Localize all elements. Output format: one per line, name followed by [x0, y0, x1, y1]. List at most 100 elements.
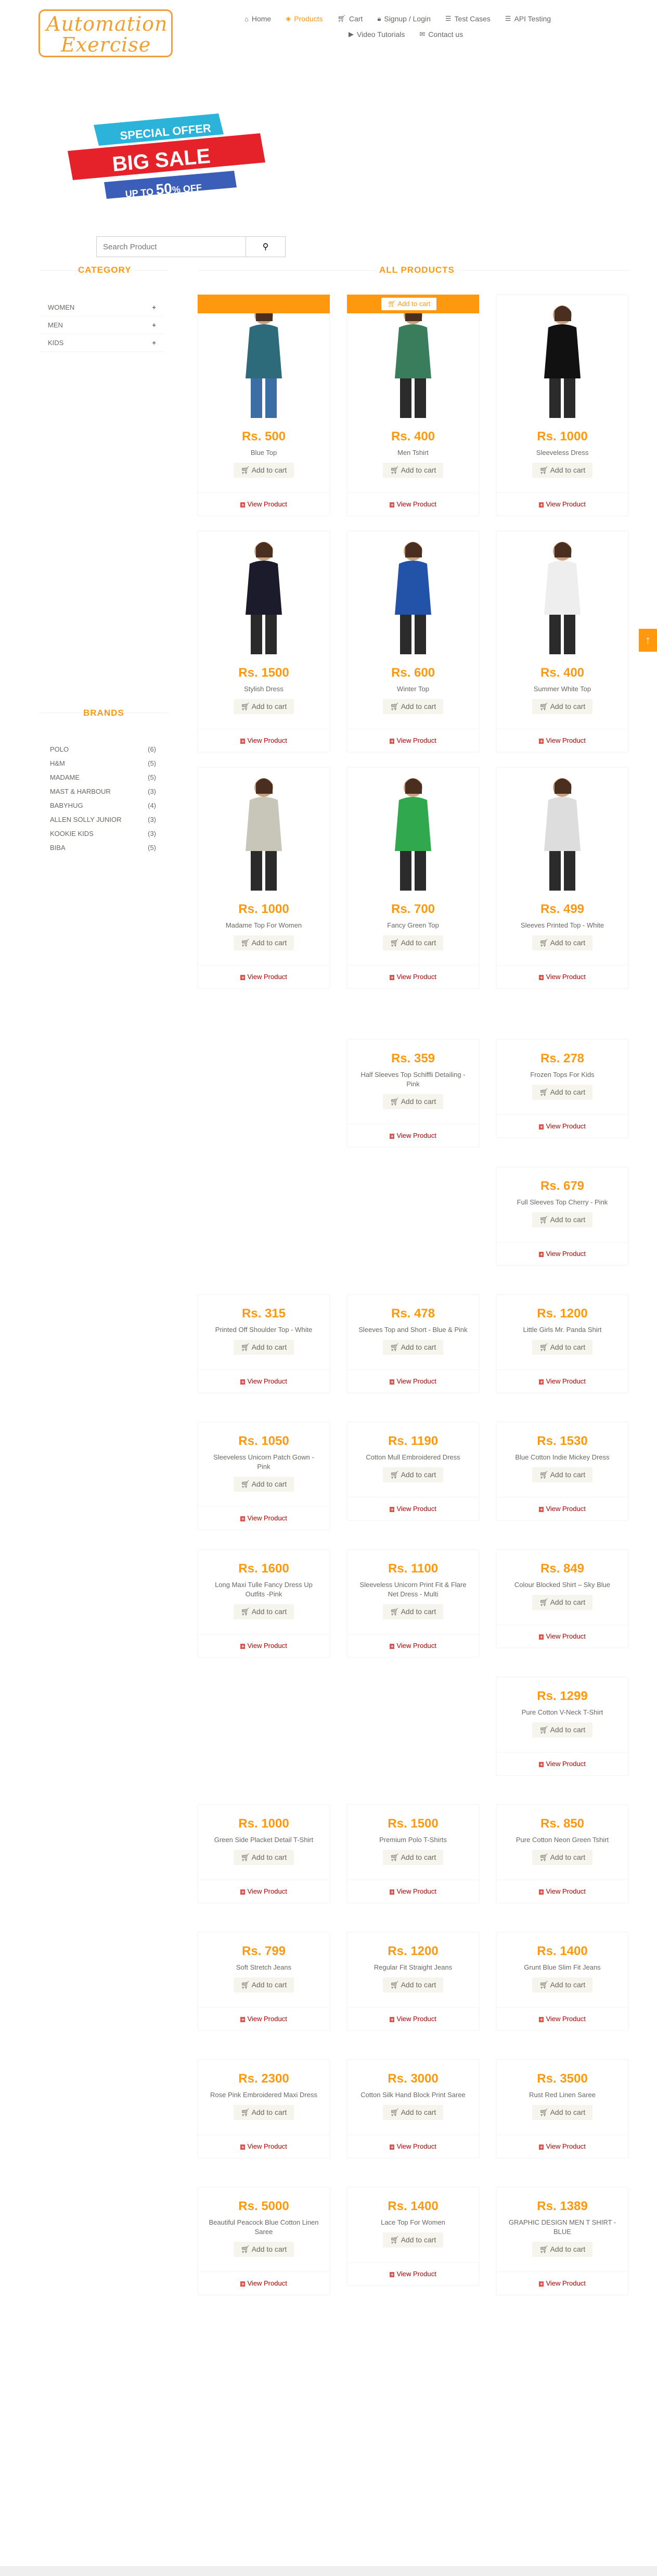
add-to-cart-button[interactable]: 🛒︎ Add to cart	[382, 2232, 444, 2248]
add-to-cart-button[interactable]: 🛒︎ Add to cart	[233, 1604, 294, 1619]
view-product-link[interactable]: + View Product	[497, 1369, 628, 1392]
add-to-cart-button[interactable]: 🛒︎ Add to cart	[532, 1340, 593, 1355]
brand-biba[interactable]: BIBA (5)	[40, 841, 161, 855]
add-to-cart-button[interactable]: 🛒︎ Add to cart	[233, 1977, 294, 1993]
nav-products[interactable]: ◈ Products	[286, 15, 323, 23]
view-product-link[interactable]: + View Product	[347, 729, 479, 752]
add-to-cart-button[interactable]: 🛒︎ Add to cart	[532, 463, 593, 478]
nav-test-cases[interactable]: ☰ Test Cases	[445, 15, 491, 23]
expand-icon[interactable]: +	[152, 339, 156, 347]
add-to-cart-label: Add to cart	[550, 1470, 586, 1479]
add-to-cart-button[interactable]: 🛒︎ Add to cart	[532, 1977, 593, 1993]
view-product-link[interactable]: + View Product	[497, 2135, 628, 2158]
add-to-cart-button[interactable]: 🛒︎ Add to cart	[233, 935, 294, 950]
view-product-link[interactable]: + View Product	[198, 2007, 329, 2030]
overlay-add-to-cart-button[interactable]: 🛒︎ Add to cart	[381, 298, 437, 310]
nav-api-testing[interactable]: ☰ API Testing	[505, 15, 551, 23]
product-name: Sleeves Printed Top - White	[520, 921, 604, 929]
view-product-link[interactable]: + View Product	[198, 2135, 329, 2158]
add-to-cart-button[interactable]: 🛒︎ Add to cart	[382, 699, 444, 714]
add-to-cart-button[interactable]: 🛒︎ Add to cart	[532, 1850, 593, 1865]
add-to-cart-button[interactable]: 🛒︎ Add to cart	[233, 1850, 294, 1865]
view-product-link[interactable]: + View Product	[347, 1369, 479, 1392]
view-product-link[interactable]: + View Product	[347, 1124, 479, 1147]
view-product-link[interactable]: + View Product	[497, 1625, 628, 1647]
brand-babyhug[interactable]: BABYHUG (4)	[40, 798, 161, 813]
add-to-cart-button[interactable]: 🛒︎ Add to cart	[532, 935, 593, 950]
view-product-link[interactable]: + View Product	[198, 1369, 329, 1392]
nav-home[interactable]: ⌂ Home	[244, 15, 271, 23]
view-product-link[interactable]: + View Product	[347, 2262, 479, 2285]
add-to-cart-button[interactable]: 🛒︎ Add to cart	[532, 699, 593, 714]
category-kids[interactable]: KIDS +	[40, 334, 164, 352]
nav-contact-us[interactable]: ✉ Contact us	[419, 30, 463, 39]
view-product-link[interactable]: + View Product	[347, 1634, 479, 1657]
scroll-up-button[interactable]: ↑	[639, 629, 657, 652]
brand-count: (4)	[148, 802, 156, 809]
view-product-link[interactable]: + View Product	[497, 1114, 628, 1137]
view-product-link[interactable]: + View Product	[497, 965, 628, 988]
view-product-link[interactable]: + View Product	[198, 729, 329, 752]
add-to-cart-button[interactable]: 🛒︎ Add to cart	[233, 699, 294, 714]
add-to-cart-button[interactable]: 🛒︎ Add to cart	[532, 2242, 593, 2257]
view-product-link[interactable]: + View Product	[347, 2135, 479, 2158]
brand-madame[interactable]: MADAME (5)	[40, 770, 161, 784]
add-to-cart-button[interactable]: 🛒︎ Add to cart	[233, 1340, 294, 1355]
view-product-link[interactable]: + View Product	[497, 2007, 628, 2030]
add-to-cart-button[interactable]: 🛒︎ Add to cart	[233, 2105, 294, 2120]
add-to-cart-button[interactable]: 🛒︎ Add to cart	[382, 1850, 444, 1865]
add-to-cart-button[interactable]: 🛒︎ Add to cart	[382, 1977, 444, 1993]
view-product-link[interactable]: + View Product	[347, 1497, 479, 1520]
view-product-link[interactable]: + View Product	[347, 492, 479, 515]
nav-video-tutorials[interactable]: ▶ Video Tutorials	[349, 30, 405, 39]
view-product-link[interactable]: + View Product	[497, 1752, 628, 1775]
view-product-link[interactable]: + View Product	[347, 2007, 479, 2030]
expand-icon[interactable]: +	[152, 303, 156, 311]
view-product-link[interactable]: + View Product	[347, 965, 479, 988]
category-women[interactable]: WOMEN +	[40, 299, 164, 316]
add-to-cart-button[interactable]: 🛒︎ Add to cart	[233, 2242, 294, 2257]
view-product-link[interactable]: + View Product	[497, 2272, 628, 2294]
add-to-cart-button[interactable]: 🛒︎ Add to cart	[382, 1094, 444, 1109]
add-to-cart-button[interactable]: 🛒︎ Add to cart	[532, 1467, 593, 1482]
plus-square-icon: +	[390, 1644, 395, 1649]
view-product-link[interactable]: + View Product	[497, 1880, 628, 1902]
view-product-link[interactable]: + View Product	[198, 965, 329, 988]
add-to-cart-button[interactable]: 🛒︎ Add to cart	[532, 1595, 593, 1610]
add-to-cart-button[interactable]: 🛒︎ Add to cart	[532, 1212, 593, 1227]
category-men[interactable]: MEN +	[40, 316, 164, 334]
view-product-link[interactable]: + View Product	[497, 492, 628, 515]
add-to-cart-button[interactable]: 🛒︎ Add to cart	[532, 1722, 593, 1737]
add-to-cart-button[interactable]: 🛒︎ Add to cart	[382, 1340, 444, 1355]
view-product-link[interactable]: + View Product	[347, 1880, 479, 1902]
view-product-link[interactable]: + View Product	[198, 2272, 329, 2294]
view-product-link[interactable]: + View Product	[198, 492, 329, 515]
view-product-link[interactable]: + View Product	[497, 1497, 628, 1520]
add-to-cart-button[interactable]: 🛒︎ Add to cart	[532, 2105, 593, 2120]
search-button[interactable]: ⚲	[246, 236, 286, 257]
brand-mast-harbour[interactable]: MAST & HARBOUR (3)	[40, 784, 161, 798]
view-product-link[interactable]: + View Product	[198, 1880, 329, 1902]
expand-icon[interactable]: +	[152, 321, 156, 329]
add-to-cart-button[interactable]: 🛒︎ Add to cart	[382, 2105, 444, 2120]
add-to-cart-button[interactable]: 🛒︎ Add to cart	[382, 1604, 444, 1619]
brand-polo[interactable]: POLO (6)	[40, 742, 161, 756]
view-product-link[interactable]: + View Product	[198, 1506, 329, 1529]
nav-cart[interactable]: 🛒︎ Cart	[337, 15, 363, 23]
add-to-cart-button[interactable]: 🛒︎ Add to cart	[382, 463, 444, 478]
add-to-cart-button[interactable]: 🛒︎ Add to cart	[382, 935, 444, 950]
brand-hm[interactable]: H&M (5)	[40, 756, 161, 770]
view-product-link[interactable]: + View Product	[497, 1242, 628, 1265]
view-product-link[interactable]: + View Product	[198, 1634, 329, 1657]
nav-signup-login[interactable]: 🔒︎ Signup / Login	[377, 15, 430, 23]
add-to-cart-button[interactable]: 🛒︎ Add to cart	[382, 1467, 444, 1482]
brand-kookie-kids[interactable]: KOOKIE KIDS (3)	[40, 827, 161, 841]
search-input[interactable]	[96, 236, 246, 257]
add-to-cart-button[interactable]: 🛒︎ Add to cart	[233, 463, 294, 478]
site-logo[interactable]: Automation Exercise	[38, 9, 173, 57]
view-product-link[interactable]: + View Product	[497, 729, 628, 752]
add-to-cart-button[interactable]: 🛒︎ Add to cart	[532, 1085, 593, 1100]
product-name: Winter Top	[397, 685, 429, 693]
add-to-cart-button[interactable]: 🛒︎ Add to cart	[233, 1477, 294, 1492]
brand-allen-solly-junior[interactable]: ALLEN SOLLY JUNIOR (3)	[40, 813, 161, 827]
